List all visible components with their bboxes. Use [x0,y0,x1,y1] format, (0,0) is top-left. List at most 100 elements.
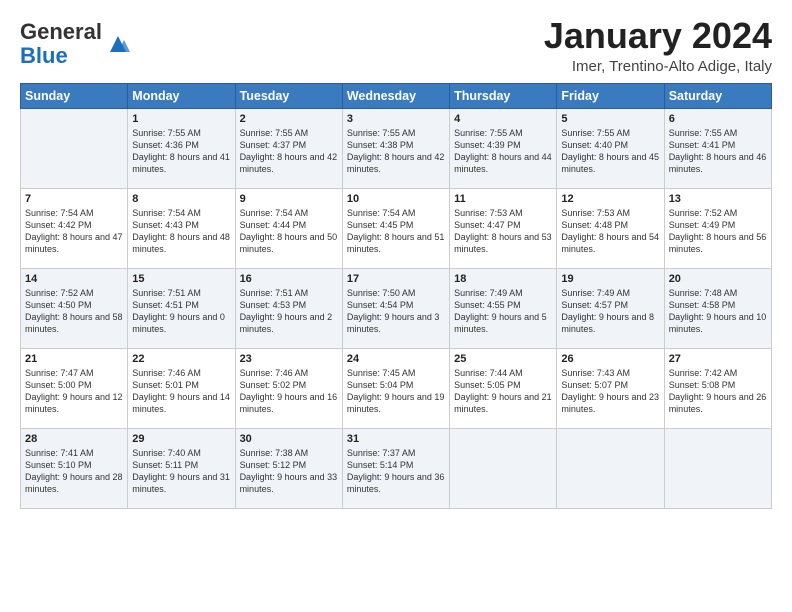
table-cell: 31 Sunrise: 7:37 AMSunset: 5:14 PMDayligh… [342,428,449,508]
day-info: Sunrise: 7:37 AMSunset: 5:14 PMDaylight:… [347,447,445,496]
table-cell: 1 Sunrise: 7:55 AMSunset: 4:36 PMDaylight… [128,108,235,188]
day-info: Sunrise: 7:55 AMSunset: 4:41 PMDaylight:… [669,127,767,176]
day-info: Sunrise: 7:44 AMSunset: 5:05 PMDaylight:… [454,367,552,416]
day-info: Sunrise: 7:55 AMSunset: 4:37 PMDaylight:… [240,127,338,176]
day-info: Sunrise: 7:54 AMSunset: 4:42 PMDaylight:… [25,207,123,256]
day-info: Sunrise: 7:51 AMSunset: 4:53 PMDaylight:… [240,287,338,336]
day-info: Sunrise: 7:52 AMSunset: 4:50 PMDaylight:… [25,287,123,336]
location-title: Imer, Trentino-Alto Adige, Italy [544,58,772,75]
th-tuesday: Tuesday [235,83,342,108]
day-info: Sunrise: 7:50 AMSunset: 4:54 PMDaylight:… [347,287,445,336]
day-info: Sunrise: 7:51 AMSunset: 4:51 PMDaylight:… [132,287,230,336]
table-cell: 7 Sunrise: 7:54 AMSunset: 4:42 PMDaylight… [21,188,128,268]
day-number: 24 [347,353,445,365]
day-info: Sunrise: 7:53 AMSunset: 4:48 PMDaylight:… [561,207,659,256]
table-cell: 30Sunrise: 7:38 AMSunset: 5:12 PMDayligh… [235,428,342,508]
day-info: Sunrise: 7:54 AMSunset: 4:45 PMDaylight:… [347,207,445,256]
table-cell: 23 Sunrise: 7:46 AMSunset: 5:02 PMDayligh… [235,348,342,428]
calendar-header: Sunday Monday Tuesday Wednesday Thursday… [21,83,772,108]
table-cell: 14 Sunrise: 7:52 AMSunset: 4:50 PMDayligh… [21,268,128,348]
day-info: Sunrise: 7:55 AMSunset: 4:38 PMDaylight:… [347,127,445,176]
table-cell [664,428,771,508]
table-cell: 25 Sunrise: 7:44 AMSunset: 5:05 PMDayligh… [450,348,557,428]
table-cell: 11Sunrise: 7:53 AMSunset: 4:47 PMDayligh… [450,188,557,268]
logo-blue: Blue [20,43,68,68]
day-number: 14 [25,273,123,285]
table-cell: 18 Sunrise: 7:49 AMSunset: 4:55 PMDayligh… [450,268,557,348]
day-number: 5 [561,113,659,125]
th-wednesday: Wednesday [342,83,449,108]
day-number: 13 [669,193,767,205]
table-cell: 10Sunrise: 7:54 AMSunset: 4:45 PMDayligh… [342,188,449,268]
table-cell: 28 Sunrise: 7:41 AMSunset: 5:10 PMDayligh… [21,428,128,508]
day-number: 25 [454,353,552,365]
day-number: 28 [25,433,123,445]
day-info: Sunrise: 7:54 AMSunset: 4:44 PMDaylight:… [240,207,338,256]
table-cell: 9 Sunrise: 7:54 AMSunset: 4:44 PMDaylight… [235,188,342,268]
day-info: Sunrise: 7:55 AMSunset: 4:39 PMDaylight:… [454,127,552,176]
logo-general: General [20,19,102,44]
day-number: 29 [132,433,230,445]
table-cell: 6 Sunrise: 7:55 AMSunset: 4:41 PMDaylight… [664,108,771,188]
logo-text: General Blue [20,20,102,68]
day-number: 21 [25,353,123,365]
day-info: Sunrise: 7:41 AMSunset: 5:10 PMDaylight:… [25,447,123,496]
calendar-week-1: 7 Sunrise: 7:54 AMSunset: 4:42 PMDaylight… [21,188,772,268]
weekday-row: Sunday Monday Tuesday Wednesday Thursday… [21,83,772,108]
calendar-week-4: 28 Sunrise: 7:41 AMSunset: 5:10 PMDayligh… [21,428,772,508]
day-number: 20 [669,273,767,285]
day-number: 9 [240,193,338,205]
month-title: January 2024 [544,16,772,56]
table-cell [450,428,557,508]
day-number: 15 [132,273,230,285]
table-cell: 2Sunrise: 7:55 AMSunset: 4:37 PMDaylight… [235,108,342,188]
day-number: 26 [561,353,659,365]
day-info: Sunrise: 7:54 AMSunset: 4:43 PMDaylight:… [132,207,230,256]
table-cell: 4Sunrise: 7:55 AMSunset: 4:39 PMDaylight… [450,108,557,188]
table-cell [557,428,664,508]
table-cell: 16 Sunrise: 7:51 AMSunset: 4:53 PMDayligh… [235,268,342,348]
day-number: 6 [669,113,767,125]
day-number: 8 [132,193,230,205]
day-number: 17 [347,273,445,285]
day-number: 16 [240,273,338,285]
table-cell: 5Sunrise: 7:55 AMSunset: 4:40 PMDaylight… [557,108,664,188]
table-cell: 12 Sunrise: 7:53 AMSunset: 4:48 PMDayligh… [557,188,664,268]
table-cell: 13 Sunrise: 7:52 AMSunset: 4:49 PMDayligh… [664,188,771,268]
day-number: 19 [561,273,659,285]
calendar-week-0: 1 Sunrise: 7:55 AMSunset: 4:36 PMDaylight… [21,108,772,188]
day-info: Sunrise: 7:52 AMSunset: 4:49 PMDaylight:… [669,207,767,256]
day-info: Sunrise: 7:43 AMSunset: 5:07 PMDaylight:… [561,367,659,416]
day-info: Sunrise: 7:42 AMSunset: 5:08 PMDaylight:… [669,367,767,416]
day-info: Sunrise: 7:46 AMSunset: 5:02 PMDaylight:… [240,367,338,416]
th-monday: Monday [128,83,235,108]
th-sunday: Sunday [21,83,128,108]
logo-icon [104,30,132,58]
calendar-table: Sunday Monday Tuesday Wednesday Thursday… [20,83,772,509]
page: General Blue January 2024 Imer, Trentino… [0,0,792,519]
table-cell: 17 Sunrise: 7:50 AMSunset: 4:54 PMDayligh… [342,268,449,348]
th-friday: Friday [557,83,664,108]
day-number: 7 [25,193,123,205]
day-number: 18 [454,273,552,285]
table-cell: 19Sunrise: 7:49 AMSunset: 4:57 PMDayligh… [557,268,664,348]
day-info: Sunrise: 7:45 AMSunset: 5:04 PMDaylight:… [347,367,445,416]
day-info: Sunrise: 7:47 AMSunset: 5:00 PMDaylight:… [25,367,123,416]
calendar-week-3: 21 Sunrise: 7:47 AMSunset: 5:00 PMDayligh… [21,348,772,428]
table-cell: 21 Sunrise: 7:47 AMSunset: 5:00 PMDayligh… [21,348,128,428]
table-cell: 15 Sunrise: 7:51 AMSunset: 4:51 PMDayligh… [128,268,235,348]
table-cell: 20 Sunrise: 7:48 AMSunset: 4:58 PMDayligh… [664,268,771,348]
day-number: 31 [347,433,445,445]
table-cell [21,108,128,188]
day-info: Sunrise: 7:55 AMSunset: 4:36 PMDaylight:… [132,127,230,176]
day-number: 27 [669,353,767,365]
day-number: 23 [240,353,338,365]
day-number: 1 [132,113,230,125]
table-cell: 27 Sunrise: 7:42 AMSunset: 5:08 PMDayligh… [664,348,771,428]
day-number: 12 [561,193,659,205]
table-cell: 3Sunrise: 7:55 AMSunset: 4:38 PMDaylight… [342,108,449,188]
table-cell: 8 Sunrise: 7:54 AMSunset: 4:43 PMDaylight… [128,188,235,268]
day-info: Sunrise: 7:48 AMSunset: 4:58 PMDaylight:… [669,287,767,336]
logo: General Blue [20,20,132,68]
day-info: Sunrise: 7:49 AMSunset: 4:55 PMDaylight:… [454,287,552,336]
